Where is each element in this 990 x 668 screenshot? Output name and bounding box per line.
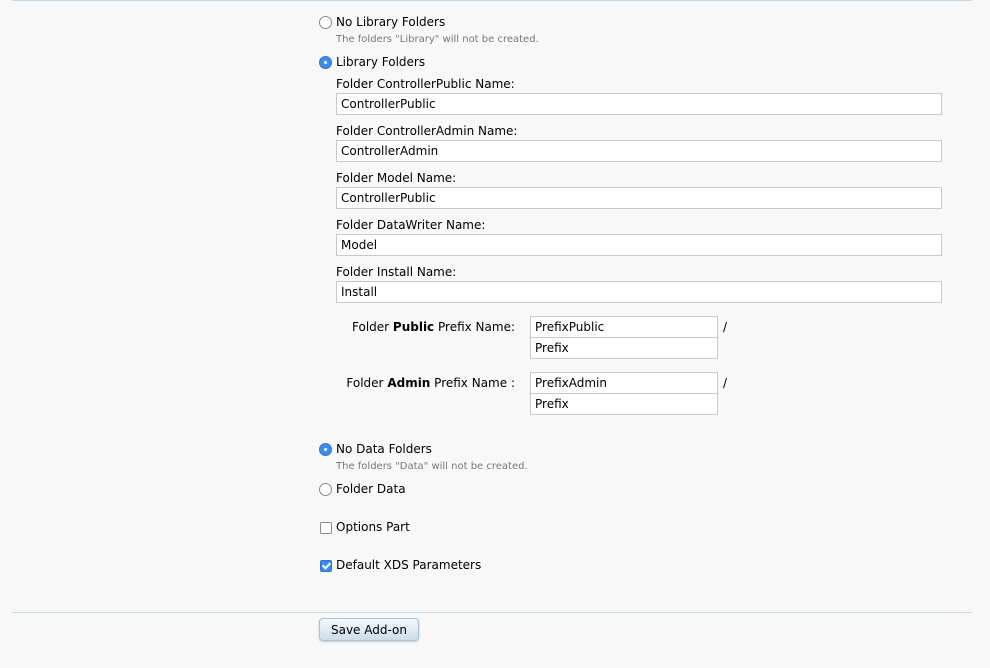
- top-divider: [12, 0, 972, 1]
- admin-prefix-label-post: Prefix Name :: [430, 376, 515, 390]
- public-prefix-separator: /: [723, 320, 728, 334]
- options-part-checkbox[interactable]: [320, 522, 332, 534]
- public-prefix-label-pre: Folder: [352, 320, 393, 334]
- public-prefix-input[interactable]: [530, 316, 718, 338]
- folder-install-label: Folder Install Name:: [336, 265, 457, 279]
- no-data-folders-label: No Data Folders: [336, 442, 432, 456]
- no-data-folders-hint: The folders "Data" will not be created.: [336, 461, 528, 472]
- folder-controlleradmin-label: Folder ControllerAdmin Name:: [336, 124, 518, 138]
- folder-model-label: Folder Model Name:: [336, 171, 457, 185]
- default-xds-parameters-label: Default XDS Parameters: [336, 558, 482, 572]
- library-folders-label: Library Folders: [336, 55, 426, 69]
- default-xds-parameters-checkbox[interactable]: [320, 560, 332, 572]
- admin-prefix-label: Folder Admin Prefix Name :: [346, 375, 515, 391]
- no-library-folders-hint: The folders "Library" will not be create…: [336, 34, 539, 45]
- admin-prefix-label-bold: Admin: [387, 376, 431, 390]
- folder-install-input[interactable]: [336, 281, 942, 303]
- admin-prefix-input[interactable]: [530, 372, 718, 394]
- admin-prefix-secondary-input[interactable]: [530, 393, 718, 415]
- folder-data-label: Folder Data: [336, 482, 406, 496]
- no-library-folders-label: No Library Folders: [336, 15, 446, 29]
- no-data-folders-radio[interactable]: [319, 443, 332, 456]
- folder-controllerpublic-input[interactable]: [336, 93, 942, 115]
- folder-model-input[interactable]: [336, 187, 942, 209]
- folder-controllerpublic-label: Folder ControllerPublic Name:: [336, 77, 515, 91]
- folder-datawriter-input[interactable]: [336, 234, 942, 256]
- public-prefix-label: Folder Public Prefix Name:: [352, 319, 515, 335]
- save-addon-button[interactable]: Save Add-on: [319, 618, 419, 641]
- public-prefix-secondary-input[interactable]: [530, 337, 718, 359]
- no-library-folders-radio[interactable]: [319, 16, 332, 29]
- options-part-label: Options Part: [336, 520, 410, 534]
- folder-datawriter-label: Folder DataWriter Name:: [336, 218, 486, 232]
- bottom-divider: [12, 612, 972, 613]
- folder-controlleradmin-input[interactable]: [336, 140, 942, 162]
- admin-prefix-separator: /: [723, 376, 728, 390]
- public-prefix-label-post: Prefix Name:: [434, 320, 515, 334]
- folder-data-radio[interactable]: [319, 483, 332, 496]
- library-folders-radio[interactable]: [319, 56, 332, 69]
- public-prefix-label-bold: Public: [392, 320, 435, 334]
- admin-prefix-label-pre: Folder: [346, 376, 388, 390]
